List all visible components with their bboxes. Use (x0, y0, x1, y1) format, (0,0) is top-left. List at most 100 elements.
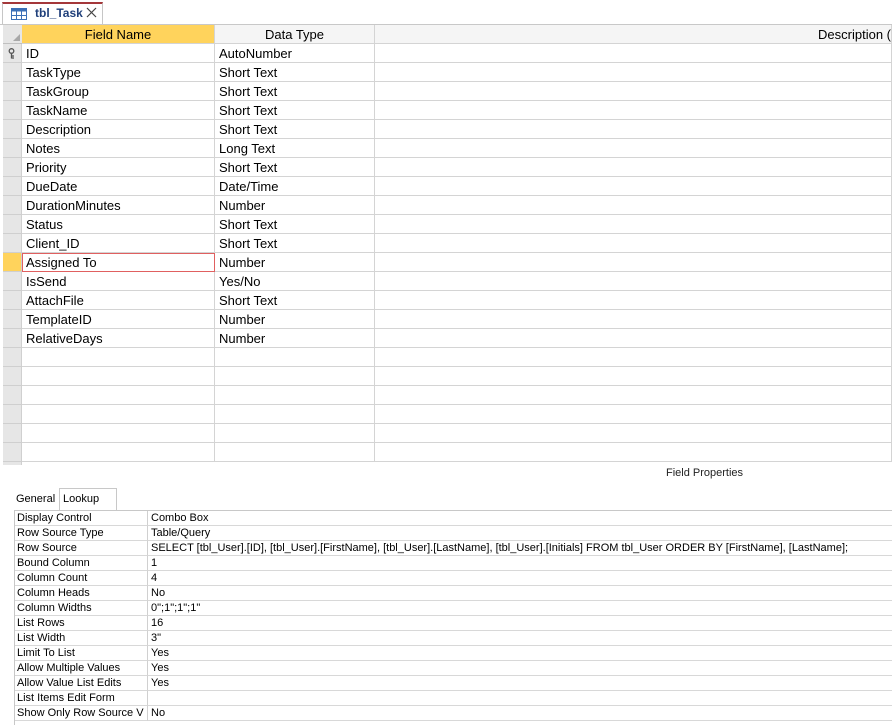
data-type-cell[interactable] (215, 348, 375, 367)
property-row[interactable]: Allow Value List Edits Yes (15, 676, 892, 691)
data-type-cell[interactable] (215, 405, 375, 424)
close-icon[interactable] (86, 7, 97, 18)
data-type-cell[interactable]: Short Text (215, 120, 375, 139)
row-selector[interactable] (3, 215, 22, 234)
field-name-cell[interactable]: Assigned To (22, 253, 215, 272)
data-type-cell[interactable]: Number (215, 310, 375, 329)
field-name-cell[interactable] (22, 386, 215, 405)
table-row[interactable]: TaskType Short Text (3, 63, 892, 82)
field-name-cell[interactable]: TemplateID (22, 310, 215, 329)
row-selector[interactable] (3, 120, 22, 139)
select-all-corner[interactable] (3, 25, 22, 44)
row-selector[interactable] (3, 291, 22, 310)
table-row[interactable]: DueDate Date/Time (3, 177, 892, 196)
row-selector[interactable] (3, 348, 22, 367)
property-row[interactable]: List Rows 16 (15, 616, 892, 631)
data-type-cell[interactable]: Short Text (215, 215, 375, 234)
property-value[interactable]: 4 (148, 571, 892, 586)
description-cell[interactable] (375, 291, 892, 310)
description-cell[interactable] (375, 424, 892, 443)
column-header-field-name[interactable]: Field Name (22, 25, 215, 44)
column-header-description[interactable]: Description ( (375, 25, 892, 44)
description-cell[interactable] (375, 215, 892, 234)
table-row[interactable]: Priority Short Text (3, 158, 892, 177)
table-row[interactable]: Notes Long Text (3, 139, 892, 158)
table-row[interactable]: Status Short Text (3, 215, 892, 234)
property-value[interactable]: Yes (148, 661, 892, 676)
data-type-cell[interactable] (215, 424, 375, 443)
property-value[interactable]: No (148, 586, 892, 601)
data-type-cell[interactable]: Short Text (215, 63, 375, 82)
data-type-cell[interactable]: Short Text (215, 158, 375, 177)
property-row[interactable]: List Items Edit Form (15, 691, 892, 706)
data-type-cell[interactable]: Short Text (215, 101, 375, 120)
description-cell[interactable] (375, 177, 892, 196)
data-type-cell[interactable] (215, 443, 375, 462)
data-type-cell[interactable] (215, 367, 375, 386)
table-row[interactable]: TemplateID Number (3, 310, 892, 329)
property-value[interactable]: Yes (148, 646, 892, 661)
description-cell[interactable] (375, 253, 892, 272)
property-row[interactable]: List Width 3" (15, 631, 892, 646)
table-row[interactable] (3, 424, 892, 443)
property-value[interactable]: 0";1";1";1" (148, 601, 892, 616)
row-selector[interactable] (3, 443, 22, 462)
row-selector[interactable] (3, 139, 22, 158)
table-row[interactable]: Client_ID Short Text (3, 234, 892, 253)
row-selector[interactable] (3, 158, 22, 177)
row-selector[interactable] (3, 234, 22, 253)
property-row[interactable]: Allow Multiple Values Yes (15, 661, 892, 676)
data-type-cell[interactable]: Date/Time (215, 177, 375, 196)
property-row[interactable]: Column Heads No (15, 586, 892, 601)
row-selector[interactable] (3, 272, 22, 291)
property-value[interactable]: 3" (148, 631, 892, 646)
field-name-cell[interactable]: Notes (22, 139, 215, 158)
description-cell[interactable] (375, 443, 892, 462)
description-cell[interactable] (375, 405, 892, 424)
property-value[interactable]: SELECT [tbl_User].[ID], [tbl_User].[Firs… (148, 541, 892, 556)
data-type-cell[interactable]: Number (215, 196, 375, 215)
data-type-cell[interactable] (215, 386, 375, 405)
field-name-cell[interactable]: RelativeDays (22, 329, 215, 348)
row-selector[interactable] (3, 386, 22, 405)
description-cell[interactable] (375, 120, 892, 139)
row-selector[interactable] (3, 101, 22, 120)
description-cell[interactable] (375, 44, 892, 63)
field-name-cell[interactable]: AttachFile (22, 291, 215, 310)
description-cell[interactable] (375, 158, 892, 177)
field-name-cell[interactable]: TaskType (22, 63, 215, 82)
description-cell[interactable] (375, 348, 892, 367)
property-row[interactable]: Row Source Type Table/Query (15, 526, 892, 541)
table-row[interactable]: AttachFile Short Text (3, 291, 892, 310)
row-selector[interactable] (3, 253, 22, 272)
table-row[interactable]: RelativeDays Number (3, 329, 892, 348)
property-row[interactable]: Row Source SELECT [tbl_User].[ID], [tbl_U… (15, 541, 892, 556)
description-cell[interactable] (375, 386, 892, 405)
tab-lookup[interactable]: Lookup (59, 488, 117, 510)
description-cell[interactable] (375, 101, 892, 120)
description-cell[interactable] (375, 234, 892, 253)
data-type-cell[interactable]: Number (215, 253, 375, 272)
property-row[interactable]: Column Count 4 (15, 571, 892, 586)
data-type-cell[interactable]: Short Text (215, 234, 375, 253)
property-row[interactable]: Display Control Combo Box (15, 511, 892, 526)
row-selector[interactable] (3, 82, 22, 101)
description-cell[interactable] (375, 196, 892, 215)
property-row[interactable]: Column Widths 0";1";1";1" (15, 601, 892, 616)
table-row[interactable] (3, 386, 892, 405)
property-row[interactable]: Limit To List Yes (15, 646, 892, 661)
field-name-cell[interactable]: TaskGroup (22, 82, 215, 101)
row-selector[interactable] (3, 196, 22, 215)
row-selector[interactable] (3, 424, 22, 443)
row-selector[interactable] (3, 310, 22, 329)
property-value[interactable]: Combo Box (148, 511, 892, 526)
field-name-cell[interactable] (22, 367, 215, 386)
field-name-cell[interactable] (22, 348, 215, 367)
data-type-cell[interactable]: Yes/No (215, 272, 375, 291)
tab-tbl-task[interactable]: tbl_Task (2, 2, 103, 24)
table-row[interactable]: TaskName Short Text (3, 101, 892, 120)
row-selector[interactable] (3, 367, 22, 386)
table-row[interactable] (3, 367, 892, 386)
field-name-cell[interactable]: IsSend (22, 272, 215, 291)
field-name-cell[interactable]: ID (22, 44, 215, 63)
